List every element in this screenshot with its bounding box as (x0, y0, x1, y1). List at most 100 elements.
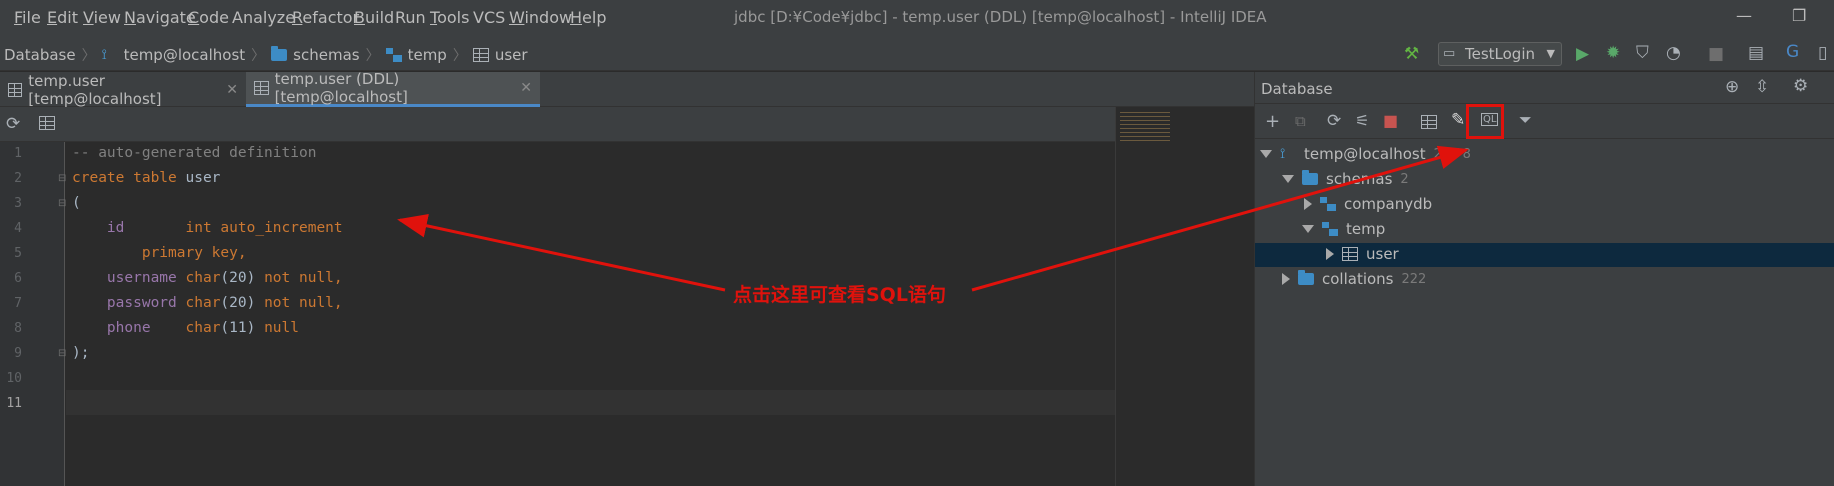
line-number: 2 (14, 171, 22, 186)
menu-window[interactable]: Window (509, 8, 572, 27)
run-icon[interactable]: ▶ (1576, 44, 1589, 64)
table-icon (472, 48, 489, 62)
schema-icon (1320, 197, 1336, 211)
project-structure-icon[interactable]: ▤ (1748, 43, 1764, 63)
copy-icon[interactable]: ⧉ (1295, 112, 1306, 130)
add-icon[interactable]: + (1265, 111, 1280, 132)
tab-label: temp.user (DDL) [temp@localhost] (274, 70, 408, 106)
editor-tab-bar: temp.user [temp@localhost] ✕ temp.user (… (0, 70, 1254, 108)
line-number: 9 (14, 346, 22, 361)
code-line-5: primary key, (72, 245, 247, 261)
line-number: 6 (14, 271, 22, 286)
code-editor[interactable]: -- auto-generated definition create tabl… (66, 142, 1115, 486)
folder-icon (1302, 170, 1318, 185)
tab-temp-user-ddl[interactable]: temp.user (DDL) [temp@localhost] ✕ (246, 70, 540, 107)
overflow-icon[interactable]: ▯ (1818, 43, 1827, 63)
annotation-text: 点击这里可查看SQL语句 (733, 284, 946, 306)
expanded-arrow-icon[interactable] (1260, 150, 1272, 158)
table-icon (1342, 247, 1358, 261)
tree-node-count: 2 of 8 (1433, 146, 1471, 162)
breadcrumb-temp[interactable]: temp (408, 46, 447, 64)
build-hammer-icon[interactable]: ⚒ (1404, 44, 1419, 64)
tab-temp-user[interactable]: temp.user [temp@localhost] ✕ (0, 72, 246, 108)
menu-code[interactable]: Code (188, 8, 229, 27)
schema-icon (385, 48, 402, 62)
schema-icon (1322, 222, 1338, 236)
collapse-icon[interactable]: ⇳ (1755, 77, 1769, 97)
breadcrumb-separator-icon: 〉 (452, 48, 467, 64)
tree-node-user[interactable]: user (1326, 245, 1399, 263)
menu-file[interactable]: File (14, 8, 41, 27)
line-number: 11 (6, 396, 22, 411)
table-view-icon[interactable] (39, 116, 55, 130)
maximize-icon[interactable]: ❐ (1792, 6, 1806, 25)
breadcrumb-host[interactable]: temp@localhost (124, 46, 246, 64)
breadcrumb-separator-icon: 〉 (251, 48, 266, 64)
breadcrumb-database[interactable]: Database (4, 46, 76, 64)
breadcrumb-separator-icon: 〉 (81, 48, 96, 64)
breadcrumb-user[interactable]: user (495, 46, 528, 64)
tree-node-collations[interactable]: collations 222 (1282, 270, 1426, 288)
menu-run[interactable]: Run (395, 8, 426, 27)
code-line-2: create table user (72, 170, 221, 186)
code-line-8: phone char(11) null (72, 320, 299, 336)
menu-tools[interactable]: Tools (430, 8, 469, 27)
db-panel-header: Database ⊕ ⇳ ⚙ (1255, 72, 1834, 104)
menu-analyze[interactable]: Analyze (232, 8, 295, 27)
tree-node-label: companydb (1344, 195, 1433, 213)
window-title: jdbc [D:¥Code¥jdbc] - temp.user (DDL) [t… (734, 8, 1267, 26)
minimize-icon[interactable]: — (1736, 6, 1752, 25)
menu-help[interactable]: Help (570, 8, 606, 27)
debug-icon[interactable]: ✹ (1606, 43, 1620, 63)
collapsed-arrow-icon[interactable] (1326, 248, 1334, 260)
menu-navigate[interactable]: Navigate (124, 8, 196, 27)
tree-node-temp[interactable]: temp (1302, 220, 1385, 238)
collapsed-arrow-icon[interactable] (1304, 198, 1312, 210)
chevron-down-icon: ▼ (1546, 47, 1555, 60)
close-icon[interactable]: ✕ (520, 80, 532, 96)
menu-edit[interactable]: Edit (47, 8, 78, 27)
locate-icon[interactable]: ⊕ (1725, 77, 1739, 97)
tree-node-companydb[interactable]: companydb (1304, 195, 1432, 213)
tree-node-label: temp@localhost (1304, 145, 1426, 163)
collapsed-arrow-icon[interactable] (1282, 273, 1290, 285)
menu-build[interactable]: Build (354, 8, 394, 27)
stop-icon[interactable]: ■ (1708, 44, 1724, 64)
menu-view[interactable]: View (83, 8, 121, 27)
line-number: 1 (14, 146, 22, 161)
expanded-arrow-icon[interactable] (1302, 225, 1314, 233)
profile-icon[interactable]: ◔ (1666, 43, 1681, 63)
run-config-label: TestLogin (1465, 45, 1536, 63)
minimap[interactable] (1115, 108, 1254, 150)
gear-icon[interactable]: ⚙ (1793, 76, 1808, 96)
refresh-icon[interactable]: ⟳ (1327, 111, 1341, 131)
folder-icon (1298, 270, 1314, 285)
table-icon (254, 81, 269, 95)
tree-node-count: 2 (1400, 171, 1409, 187)
breadcrumb: Database 〉 ⟟ temp@localhost 〉 schemas 〉 … (4, 45, 528, 65)
coverage-icon[interactable]: ⛉ (1636, 43, 1649, 63)
tree-node-label: collations (1322, 270, 1394, 288)
line-number: 10 (6, 371, 22, 386)
edit-source-icon[interactable]: ✎ (1451, 110, 1465, 130)
line-number-gutter: 1 2 3 4 5 6 7 8 9 10 11 ⊟ ⊟ ⊟ (0, 142, 66, 486)
line-number: 5 (14, 246, 22, 261)
code-line-9: ); (72, 345, 90, 361)
tree-node-host[interactable]: ⟟ temp@localhost 2 of 8 (1260, 145, 1471, 163)
close-icon[interactable]: ✕ (226, 82, 238, 98)
menu-refactor[interactable]: Refactor (292, 8, 359, 27)
translate-icon[interactable]: G (1786, 42, 1799, 62)
run-configuration-select[interactable]: TestLogin ▼ (1438, 42, 1562, 66)
schema-sync-icon[interactable]: ⚟ (1355, 111, 1369, 130)
filter-icon[interactable]: ⏷ (1519, 110, 1532, 130)
tree-node-schemas[interactable]: schemas 2 (1282, 170, 1409, 188)
menu-vcs[interactable]: VCS (473, 8, 505, 27)
expanded-arrow-icon[interactable] (1282, 175, 1294, 183)
table-icon (8, 82, 23, 97)
stop-icon[interactable]: ■ (1383, 111, 1398, 130)
table-editor-icon[interactable] (1421, 115, 1437, 129)
folder-icon (271, 46, 288, 61)
tree-node-label: user (1366, 245, 1399, 263)
refresh-icon[interactable]: ⟳ (6, 114, 20, 134)
breadcrumb-schemas[interactable]: schemas (293, 46, 359, 64)
